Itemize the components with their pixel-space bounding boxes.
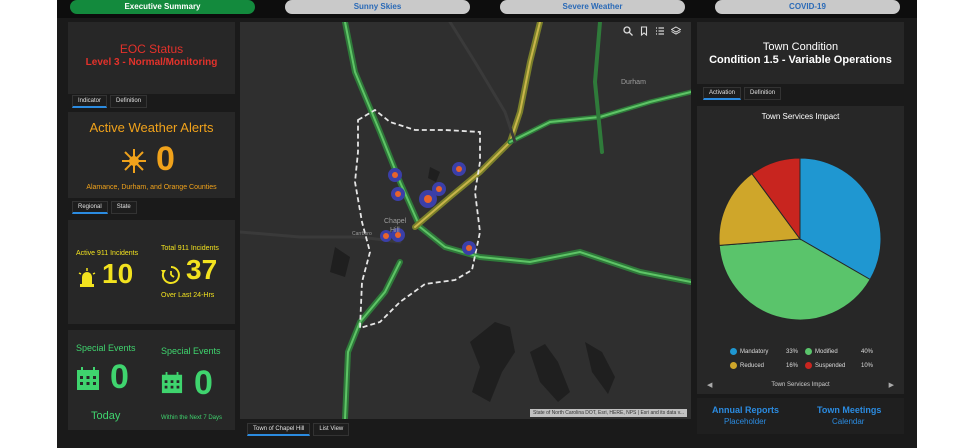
legend-swatch — [805, 348, 812, 355]
events-week-caption: Within the Next 7 Days — [161, 415, 223, 421]
tab-regional[interactable]: Regional — [72, 201, 108, 214]
calendar-week-icon — [161, 372, 183, 394]
legend-swatch — [730, 348, 737, 355]
chart-footer: Town Services Impact — [771, 382, 830, 388]
chart-title: Town Services Impact — [761, 112, 840, 121]
links-panel: Annual Reports Placeholder Town Meetings… — [697, 398, 904, 434]
legend-item-mandatory: Mandatory 33% — [730, 348, 798, 355]
incidents-panel: Active 911 Incidents 10 Total 911 Incide… — [68, 220, 235, 324]
legend-swatch — [805, 362, 812, 369]
legend-label: Modified — [815, 348, 838, 355]
annual-reports-link[interactable]: Annual Reports — [712, 405, 779, 415]
map-bottom-tabs: Town of Chapel Hill List View — [247, 423, 350, 436]
list-icon[interactable] — [655, 26, 669, 40]
town-meetings-link[interactable]: Town Meetings — [817, 405, 881, 415]
tab-covid-19[interactable]: COVID-19 — [715, 0, 900, 14]
legend-item-modified: Modified 40% — [805, 348, 873, 355]
legend-value: 33% — [785, 348, 798, 355]
town-condition-title: Town Condition — [762, 41, 839, 53]
annual-reports-sub: Placeholder — [724, 417, 767, 426]
events-week-count: 0 — [194, 364, 213, 402]
legend-value: 10% — [860, 362, 873, 369]
clock-history-icon — [160, 264, 182, 286]
layers-icon[interactable] — [671, 26, 685, 40]
map-label-chapel: Chapel — [384, 218, 407, 225]
map-label-carrboro: Carrboro — [352, 231, 372, 237]
legend-item-reduced: Reduced 16% — [730, 362, 798, 369]
events-today-count: 0 — [110, 358, 129, 396]
tab-town-definition[interactable]: Definition — [744, 87, 782, 100]
legend-label: Reduced — [740, 362, 765, 369]
tab-town-of-chapel-hill[interactable]: Town of Chapel Hill — [247, 423, 311, 436]
weather-alerts-panel: Active Weather Alerts 0 Alamance, Durham… — [68, 112, 235, 198]
tab-executive-summary[interactable]: Executive Summary — [70, 0, 255, 14]
active-incidents-count: 10 — [102, 258, 134, 289]
services-impact-panel: Town Services Impact Mandatory 33% Modifie… — [697, 106, 904, 394]
eoc-status-title: EOC Status — [119, 42, 184, 56]
bookmark-icon[interactable] — [639, 26, 653, 40]
calendar-icon — [76, 367, 100, 391]
total-incidents-caption: Over Last 24-Hrs — [161, 292, 215, 299]
town-subtabs: Activation Definition — [703, 87, 782, 100]
events-week-title: Special Events — [161, 346, 221, 356]
search-icon[interactable] — [623, 26, 637, 40]
eoc-subtabs: Indicator Definition — [72, 95, 148, 108]
tab-state[interactable]: State — [110, 201, 137, 214]
legend-label: Suspended — [815, 362, 846, 369]
legend-label: Mandatory — [740, 348, 769, 355]
tab-severe-weather[interactable]: Severe Weather — [500, 0, 685, 14]
chart-next-arrow-icon[interactable]: ▶ — [889, 381, 894, 389]
alerts-subtabs: Regional State — [72, 201, 137, 214]
active-incidents-label: Active 911 Incidents — [76, 250, 139, 257]
town-condition-text: Condition 1.5 - Variable Operations — [709, 54, 892, 66]
map-label-durham: Durham — [621, 79, 646, 86]
map-attribution: State of North Carolina DOT, Esri, HERE,… — [530, 409, 687, 417]
legend-item-suspended: Suspended 10% — [805, 362, 873, 369]
tab-definition[interactable]: Definition — [110, 95, 148, 108]
tab-indicator[interactable]: Indicator — [72, 95, 108, 108]
weather-alerts-count: 0 — [156, 140, 175, 178]
tab-activation[interactable]: Activation — [703, 87, 742, 100]
total-incidents-count: 37 — [186, 254, 218, 285]
map-view[interactable]: Durham Chapel Hill Carrboro State of Nor… — [240, 22, 691, 419]
events-today-title: Special Events — [76, 343, 136, 353]
map-label-hill: Hill — [390, 227, 400, 234]
pie-chart — [718, 157, 882, 321]
eoc-level-text: Level 3 - Normal/Monitoring — [85, 57, 218, 68]
legend-value: 16% — [785, 362, 798, 369]
tab-list-view[interactable]: List View — [313, 423, 350, 436]
town-condition-panel: Town Condition Condition 1.5 - Variable … — [697, 22, 904, 84]
town-meetings-sub: Calendar — [832, 417, 865, 426]
weather-alerts-caption: Alamance, Durham, and Orange Counties — [86, 184, 217, 191]
special-events-panel: Special Events 0 Today Special Events 0 … — [68, 330, 235, 430]
eoc-status-panel: EOC Status Level 3 - Normal/Monitoring — [68, 22, 235, 94]
snow-sun-icon — [119, 146, 149, 176]
total-incidents-label: Total 911 Incidents — [161, 245, 219, 252]
legend-value: 40% — [860, 348, 873, 355]
weather-alerts-title: Active Weather Alerts — [89, 120, 214, 135]
siren-icon — [78, 268, 96, 288]
tab-sunny-skies[interactable]: Sunny Skies — [285, 0, 470, 14]
legend-swatch — [730, 362, 737, 369]
events-today-caption: Today — [91, 410, 121, 422]
